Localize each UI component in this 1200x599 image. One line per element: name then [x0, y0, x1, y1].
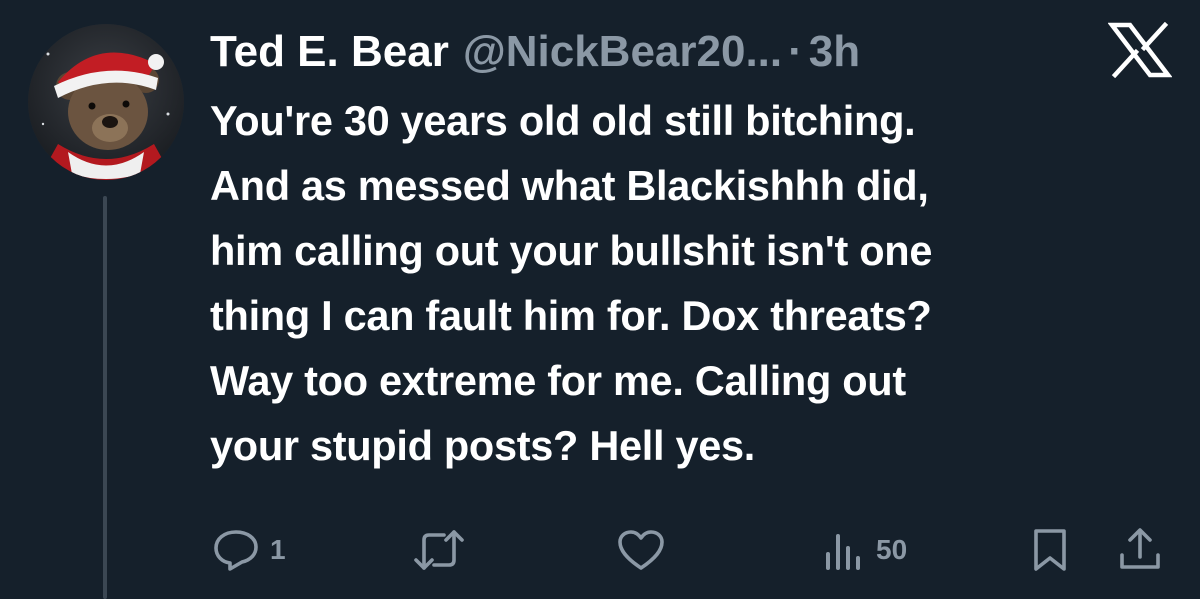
share-button[interactable]: [1118, 525, 1162, 575]
action-bar: 1 50: [0, 525, 1200, 575]
reply-button[interactable]: 1: [212, 525, 286, 575]
x-logo-icon: [1107, 21, 1173, 79]
separator-dot: ·: [788, 27, 803, 76]
share-icon: [1120, 528, 1160, 569]
tweet-card[interactable]: Ted E. Bear @NickBear20... · 3h You're 3…: [0, 0, 1200, 599]
bookmark-icon: [1034, 529, 1066, 571]
views-button[interactable]: 50: [822, 525, 907, 575]
like-button[interactable]: [616, 525, 666, 575]
tweet-text-line: Way too extreme for me. Calling out: [210, 357, 906, 404]
reply-icon: [214, 530, 258, 571]
tweet-text-line: You're 30 years old old still bitching.: [210, 97, 916, 144]
timestamp[interactable]: 3h: [809, 22, 860, 82]
tweet-text-line: thing I can fault him for. Dox threats?: [210, 292, 932, 339]
tweet-header: Ted E. Bear @NickBear20... · 3h: [210, 22, 860, 82]
bookmark-button[interactable]: [1030, 525, 1070, 575]
user-handle[interactable]: @NickBear20...: [463, 22, 782, 82]
retweet-icon: [414, 530, 464, 570]
avatar[interactable]: [28, 24, 184, 180]
tweet-text-line: your stupid posts? Hell yes.: [210, 422, 756, 469]
view-count: 50: [876, 534, 908, 565]
heart-icon: [618, 530, 664, 570]
tweet-text-line: him calling out your bullshit isn't one: [210, 227, 933, 274]
tweet-text-line: And as messed what Blackishhh did,: [210, 162, 929, 209]
reply-count: 1: [270, 534, 286, 565]
views-chart-icon: [826, 534, 860, 570]
bear-avatar-image: [28, 24, 184, 180]
tweet-text: You're 30 years old old still bitching. …: [210, 88, 1175, 478]
retweet-button[interactable]: [412, 525, 466, 575]
display-name[interactable]: Ted E. Bear: [210, 22, 449, 82]
